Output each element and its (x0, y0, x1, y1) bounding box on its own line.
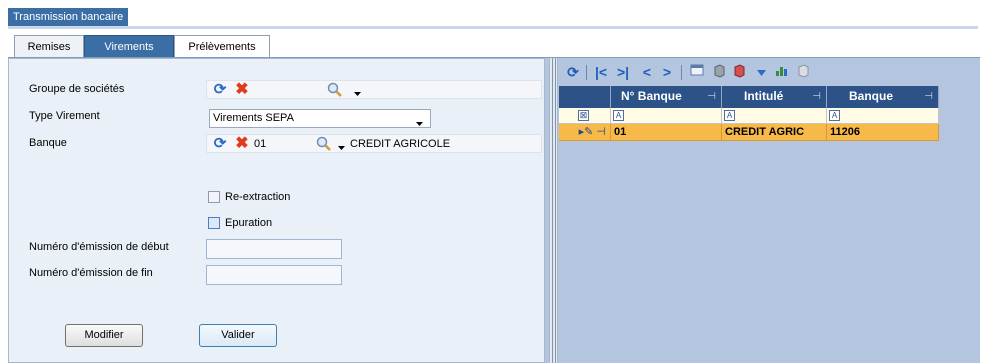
banque-name: CREDIT AGRICOLE (350, 138, 451, 150)
chevron-down-icon[interactable] (753, 64, 769, 80)
cube-red-icon[interactable] (731, 64, 747, 80)
column-header-label: Banque (849, 89, 894, 103)
epuration-label: Epuration (225, 217, 273, 229)
search-icon[interactable] (327, 82, 343, 98)
tab-bar: Remises Virements Prélèvements (8, 32, 980, 58)
panel-splitter[interactable] (549, 58, 558, 363)
window-title-tab[interactable]: Transmission bancaire (8, 8, 129, 26)
filter-clear-icon[interactable]: ⊠ (578, 110, 589, 121)
export-icon[interactable] (689, 64, 705, 80)
tab-prelevements[interactable]: Prélèvements (174, 35, 270, 58)
main-area: Groupe de sociétés ⟳ ✖ Type Virement Vir… (8, 58, 980, 363)
next-icon[interactable]: > (659, 64, 675, 80)
tab-remises[interactable]: Remises (14, 35, 84, 58)
num-fin-input[interactable] (206, 265, 342, 285)
groupe-label: Groupe de sociétés (29, 83, 125, 95)
filter-a-icon[interactable]: A (724, 110, 735, 121)
splitter-line (555, 58, 556, 363)
refresh-icon[interactable]: ⟳ (565, 64, 581, 80)
num-fin-label: Numéro d'émission de fin (29, 267, 153, 279)
row-selector[interactable]: ▸✎ ⊣ (559, 124, 611, 141)
column-header-numero[interactable]: N° Banque ⊣ (611, 86, 722, 108)
toolbar-separator (681, 65, 682, 80)
form-panel: Groupe de sociétés ⟳ ✖ Type Virement Vir… (8, 58, 545, 363)
groupe-field (206, 80, 542, 99)
grid-toolbar: ⟳ |< >| < > (559, 62, 980, 84)
last-record-icon[interactable]: >| (615, 64, 631, 80)
modifier-button[interactable]: Modifier (65, 324, 143, 347)
clear-icon[interactable]: ✖ (234, 82, 250, 98)
column-header-label: N° Banque (621, 89, 682, 103)
grid-corner (559, 86, 611, 108)
filter-a-icon[interactable]: A (613, 110, 624, 121)
filter-cell[interactable]: A (827, 108, 939, 124)
banque-label: Banque (29, 137, 67, 149)
column-header-banque[interactable]: Banque ⊣ (827, 86, 939, 108)
num-debut-label: Numéro d'émission de début (29, 241, 169, 253)
first-record-icon[interactable]: |< (593, 64, 609, 80)
reextraction-checkbox[interactable] (208, 191, 220, 203)
type-virement-select[interactable]: Virements SEPA (209, 109, 431, 128)
previous-icon[interactable]: < (639, 64, 655, 80)
epuration-checkbox[interactable] (208, 217, 220, 229)
type-virement-label: Type Virement (29, 110, 100, 122)
filter-a-icon[interactable]: A (829, 110, 840, 121)
column-header-label: Intitulé (744, 89, 784, 103)
toolbar-separator (586, 65, 587, 80)
pin-icon[interactable]: ⊣ (924, 86, 933, 107)
cube-gray-icon[interactable] (711, 64, 727, 80)
banque-code[interactable]: 01 (254, 138, 266, 150)
clear-icon[interactable]: ✖ (234, 136, 250, 152)
splitter-line (552, 58, 553, 363)
tab-virements[interactable]: Virements (84, 35, 174, 58)
table-cell[interactable]: 11206 (827, 124, 939, 141)
refresh-icon[interactable]: ⟳ (212, 82, 228, 98)
edit-pencil-icon: ▸✎ ⊣ (578, 126, 606, 138)
chevron-down-icon[interactable] (353, 88, 362, 96)
chevron-down-icon[interactable] (337, 142, 346, 150)
table-cell[interactable]: CREDIT AGRIC (722, 124, 827, 141)
table-cell[interactable]: 01 (611, 124, 722, 141)
refresh-icon[interactable]: ⟳ (212, 136, 228, 152)
num-debut-input[interactable] (206, 239, 342, 259)
pin-icon[interactable]: ⊣ (707, 86, 716, 107)
filter-row-header[interactable]: ⊠ (559, 108, 611, 124)
reextraction-label: Re-extraction (225, 191, 291, 203)
grid-panel: ⟳ |< >| < > N° Banque ⊣ Intitulé ⊣ Banqu… (559, 58, 980, 363)
cube-light-icon[interactable] (795, 64, 811, 80)
search-icon[interactable] (316, 136, 332, 152)
title-strip (8, 26, 978, 29)
valider-button[interactable]: Valider (199, 324, 277, 347)
column-header-intitule[interactable]: Intitulé ⊣ (722, 86, 827, 108)
type-virement-value: Virements SEPA (213, 112, 294, 124)
chevron-down-icon (415, 116, 424, 133)
filter-cell[interactable]: A (611, 108, 722, 124)
chart-icon[interactable] (774, 64, 790, 80)
pin-icon[interactable]: ⊣ (812, 86, 821, 107)
filter-cell[interactable]: A (722, 108, 827, 124)
